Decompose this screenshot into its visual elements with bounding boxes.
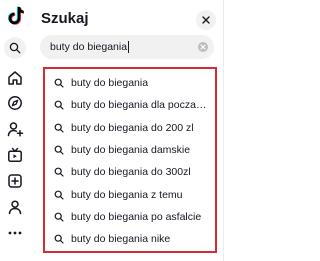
suggestion-label: buty do biegania damskie	[71, 144, 191, 157]
rail-search-button[interactable]	[0, 37, 30, 59]
close-button[interactable]	[196, 10, 216, 30]
suggestion-item[interactable]: buty do biegania po asfalcie	[45, 206, 215, 228]
compass-icon	[8, 96, 22, 110]
nav-profile[interactable]	[0, 196, 30, 218]
left-nav-rail	[0, 0, 30, 261]
profile-icon	[8, 200, 22, 215]
user-add-icon	[7, 122, 23, 137]
suggestion-label: buty do biegania nike	[71, 233, 171, 246]
more-icon	[8, 231, 22, 235]
search-icon	[54, 212, 64, 222]
nav-following[interactable]	[0, 118, 30, 140]
clear-search-button[interactable]	[198, 42, 208, 52]
suggestion-list: buty do biegania buty do biegania dla poc…	[45, 69, 215, 250]
tiktok-logo-icon	[7, 6, 24, 25]
close-icon	[202, 16, 210, 24]
suggestion-item[interactable]: buty do biegania z temu	[45, 183, 215, 205]
search-icon	[54, 145, 64, 155]
search-query-text: buty do biegania	[50, 41, 128, 53]
home-icon	[8, 71, 22, 85]
search-icon	[54, 234, 64, 244]
search-icon	[54, 123, 64, 133]
tiktok-logo[interactable]	[0, 5, 30, 27]
panel-divider	[223, 0, 224, 261]
search-icon	[54, 78, 64, 88]
suggestion-label: buty do biegania do 200 zl	[71, 121, 194, 134]
suggestion-item[interactable]: buty do biegania	[45, 72, 215, 94]
suggestion-list-highlight: buty do biegania buty do biegania dla poc…	[43, 67, 217, 253]
suggestion-label: buty do biegania	[71, 77, 149, 90]
suggestion-item[interactable]: buty do biegania nike	[45, 228, 215, 250]
clear-icon	[200, 44, 206, 50]
search-icon	[9, 42, 21, 54]
suggestion-label: buty do biegania po asfalcie	[71, 210, 202, 223]
search-icon	[54, 101, 64, 111]
search-input[interactable]: buty do biegania	[40, 35, 214, 59]
suggestion-item[interactable]: buty do biegania do 300zl	[45, 161, 215, 183]
nav-live[interactable]	[0, 144, 30, 166]
text-caret	[128, 41, 130, 53]
nav-home[interactable]	[0, 67, 30, 89]
nav-more[interactable]	[0, 222, 30, 244]
live-tv-icon	[8, 147, 22, 162]
search-icon	[54, 190, 64, 200]
search-icon	[54, 167, 64, 177]
nav-explore[interactable]	[0, 92, 30, 114]
plus-square-icon	[8, 174, 22, 188]
suggestion-item[interactable]: buty do biegania damskie	[45, 139, 215, 161]
suggestion-item[interactable]: buty do biegania dla poczatkujących	[45, 94, 215, 116]
suggestion-item[interactable]: buty do biegania do 200 zl	[45, 117, 215, 139]
suggestion-label: buty do biegania dla poczatkujących	[71, 99, 215, 112]
nav-upload[interactable]	[0, 170, 30, 192]
suggestion-label: buty do biegania z temu	[71, 188, 183, 201]
page-title: Szukaj	[41, 10, 89, 27]
suggestion-label: buty do biegania do 300zl	[71, 166, 191, 179]
